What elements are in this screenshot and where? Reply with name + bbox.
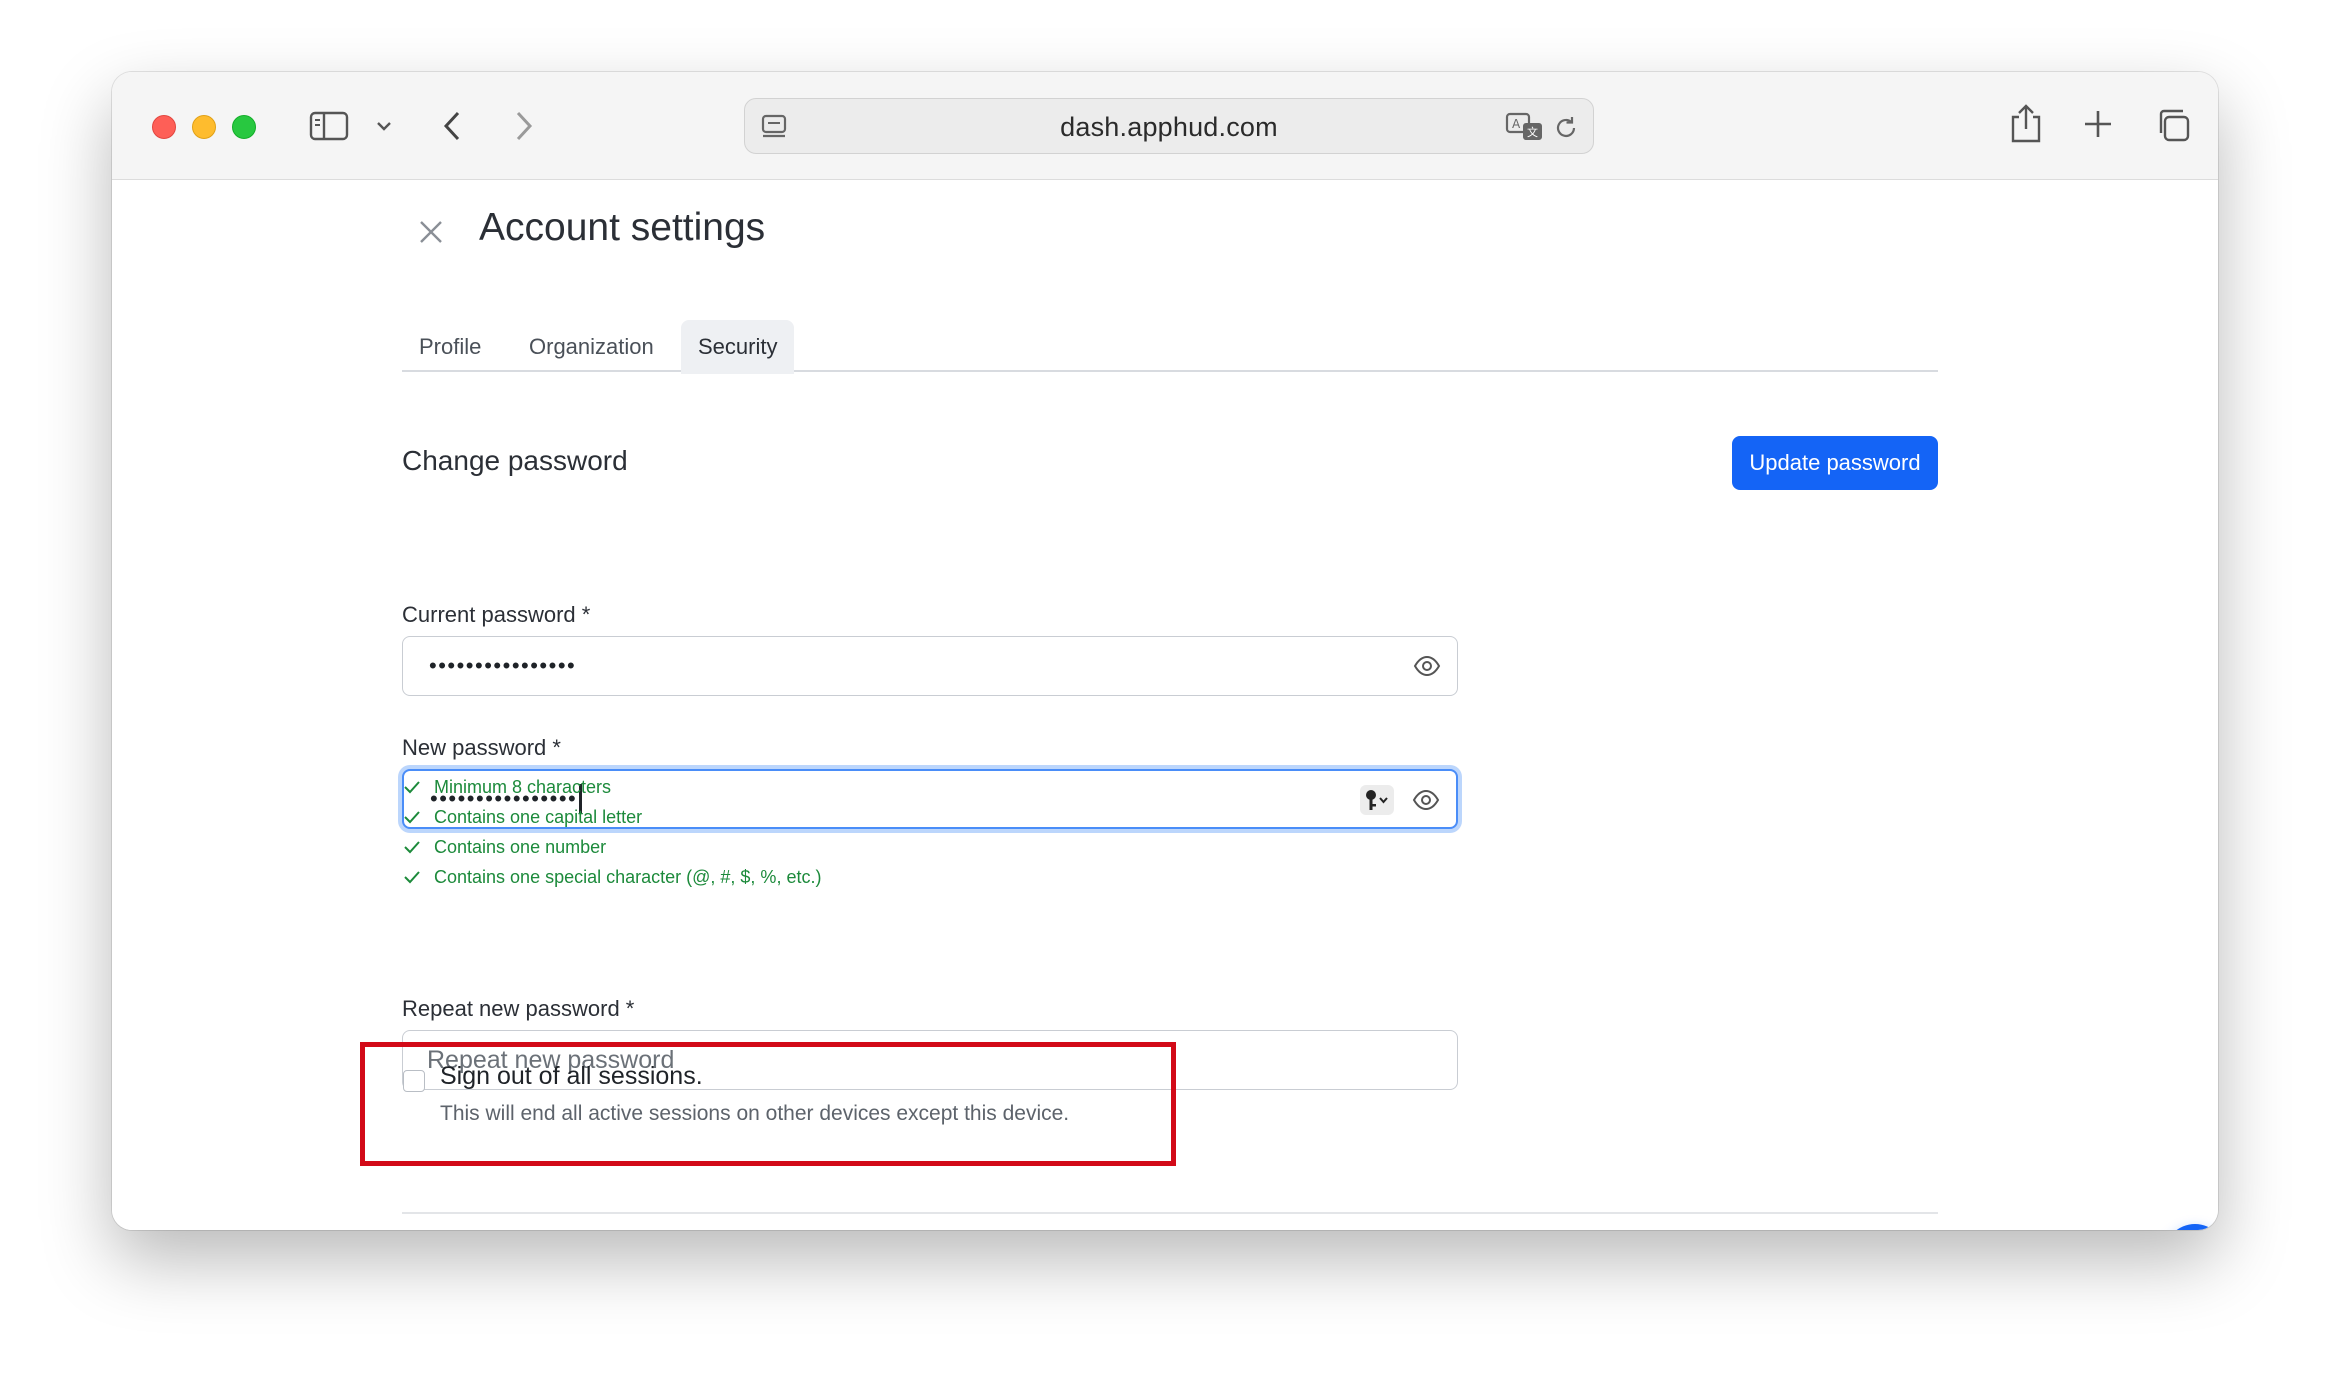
- sign-out-all-label[interactable]: Sign out of all sessions.: [440, 1062, 703, 1091]
- browser-window: dash.apphud.com A文 Account settings Prof…: [112, 72, 2218, 1230]
- share-icon[interactable]: [2008, 102, 2044, 146]
- minimize-window-button[interactable]: [192, 115, 216, 139]
- forward-icon[interactable]: [510, 108, 538, 144]
- translate-icon[interactable]: A文: [1505, 111, 1545, 143]
- new-tab-icon[interactable]: [2082, 108, 2114, 140]
- page-title: Account settings: [479, 206, 766, 249]
- show-password-icon[interactable]: [1412, 788, 1440, 812]
- tab-security[interactable]: Security: [681, 320, 795, 374]
- close-window-button[interactable]: [152, 115, 176, 139]
- update-password-button[interactable]: Update password: [1732, 436, 1938, 490]
- requirement-item: Contains one special character (@, #, $,…: [402, 862, 821, 892]
- browser-toolbar: dash.apphud.com A文: [112, 72, 2218, 180]
- show-password-icon[interactable]: [1413, 654, 1441, 678]
- address-bar[interactable]: dash.apphud.com A文: [744, 98, 1594, 154]
- check-icon: [404, 841, 420, 854]
- close-icon[interactable]: [415, 216, 447, 248]
- requirement-item: Minimum 8 characters: [402, 772, 821, 802]
- section-divider: [402, 1212, 1938, 1214]
- requirement-item: Contains one capital letter: [402, 802, 821, 832]
- current-password-field[interactable]: ••••••••••••••••: [402, 636, 1458, 696]
- url-text[interactable]: dash.apphud.com: [745, 99, 1593, 155]
- check-icon: [404, 871, 420, 884]
- chat-support-button[interactable]: [2164, 1224, 2218, 1230]
- requirement-item: Contains one number: [402, 832, 821, 862]
- tabs-overview-icon[interactable]: [2154, 106, 2192, 144]
- svg-text:A: A: [1512, 117, 1521, 131]
- back-icon[interactable]: [438, 108, 466, 144]
- repeat-password-label: Repeat new password *: [402, 996, 635, 1021]
- sign-out-all-help: This will end all active sessions on oth…: [440, 1102, 1070, 1125]
- current-password-value[interactable]: ••••••••••••••••: [429, 637, 576, 695]
- password-requirements: Minimum 8 characters Contains one capita…: [402, 772, 821, 892]
- reload-icon[interactable]: [1551, 113, 1581, 143]
- sign-out-all-checkbox[interactable]: [403, 1070, 425, 1092]
- settings-tabs: Profile Organization Security: [402, 320, 1938, 374]
- page-content: Account settings Profile Organization Se…: [112, 180, 2218, 1230]
- sidebar-icon[interactable]: [308, 108, 350, 144]
- chevron-down-icon[interactable]: [374, 116, 394, 136]
- svg-text:文: 文: [1527, 125, 1538, 139]
- section-title: Change password: [402, 445, 628, 476]
- zoom-window-button[interactable]: [232, 115, 256, 139]
- tab-organization[interactable]: Organization: [512, 320, 671, 374]
- tab-profile[interactable]: Profile: [402, 320, 498, 374]
- check-icon: [404, 781, 420, 794]
- new-password-label: New password *: [402, 735, 561, 760]
- check-icon: [404, 811, 420, 824]
- password-manager-key-icon[interactable]: [1360, 785, 1394, 815]
- current-password-label: Current password *: [402, 602, 591, 627]
